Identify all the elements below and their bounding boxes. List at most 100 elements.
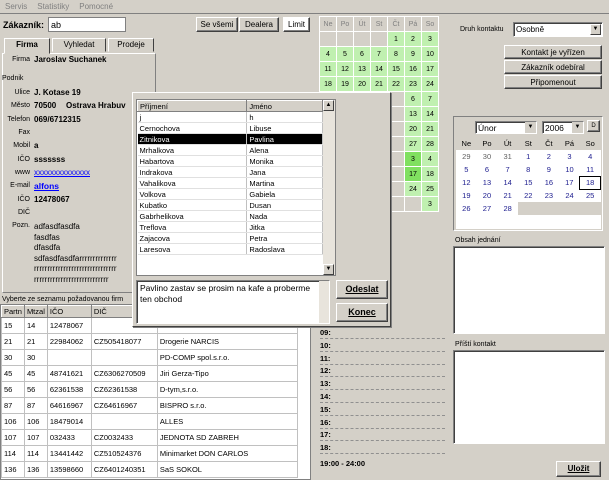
time-slot[interactable]: 17: [320,430,445,442]
day-cell[interactable]: 11 [319,61,337,77]
month-day-cell[interactable] [579,202,601,215]
list-item[interactable]: Volkova Gabiela [137,188,323,200]
list-item[interactable]: Vahalikova Martina [137,177,323,189]
month-calendar[interactable]: Únor ▼ 2006 ▼ D Ne Po Út St Čt Pá So 29 30 31 1 2 3 4… [453,116,603,231]
month-day-cell[interactable]: 8 [518,163,539,176]
table-row[interactable]: 107 107 032433 CZ0032433 JEDNOTA SD ZABREH [1,429,298,446]
month-grid[interactable]: Ne Po Út St Čt Pá So 29 30 31 1 2 3 4 5 6 7 8 9 10 11 12 13 14 1… [456,137,601,229]
day-cell[interactable]: 10 [421,46,439,62]
time-slot[interactable]: 18: [320,443,445,455]
tab-firma[interactable]: Firma [4,38,50,54]
table-row[interactable]: 106 106 18479014 ALLES [1,413,298,430]
www-link[interactable]: xxxxxxxxxxxxxx [34,168,90,177]
day-cell[interactable]: 7 [421,91,439,107]
grid-header[interactable]: Partn [1,305,25,318]
day-cell[interactable]: 14 [370,61,388,77]
month-day-cell[interactable]: 1 [518,150,539,163]
time-slot[interactable]: 14: [320,392,445,403]
month-day-cell[interactable]: 26 [456,202,477,215]
list-item[interactable]: Cernochova Libuse [137,122,323,134]
day-cell[interactable]: 22 [387,76,405,92]
day-cell[interactable]: 16 [404,61,422,77]
day-cell[interactable]: 5 [336,46,354,62]
month-day-cell[interactable]: 31 [497,150,518,163]
tab-vyhledat[interactable]: Vyhledat [52,38,106,52]
email-link[interactable]: alfons [34,181,59,191]
chevron-down-icon[interactable]: ▼ [525,122,536,133]
contact-done-button[interactable]: Kontakt je vyřízen [504,45,602,59]
day-cell[interactable]: 17 [404,166,422,182]
day-cell[interactable]: 21 [370,76,388,92]
month-day-cell[interactable]: 21 [497,189,518,202]
day-cell[interactable] [353,31,371,47]
table-row[interactable]: 114 114 13441442 CZ510524376 Minimarket DON … [1,445,298,462]
company-grid[interactable]: Partn Mtzal IČO DIČ 15 14 12478067 21 21 22984062… [0,304,311,480]
menu-item[interactable]: Pomocné [74,0,118,13]
list-item[interactable]: Kubatko Dusan [137,199,323,211]
year-select[interactable]: 2006 ▼ [542,121,584,134]
month-day-cell[interactable]: 24 [559,189,580,202]
day-cell[interactable]: 27 [404,136,422,152]
list-item[interactable]: Habartova Monika [137,155,323,167]
day-cell[interactable]: 1 [387,31,405,47]
month-day-cell[interactable]: 13 [477,176,498,189]
month-day-cell[interactable]: 17 [559,176,580,189]
time-slot[interactable]: 13: [320,379,445,391]
day-cell[interactable]: 21 [421,121,439,137]
obsah-textarea[interactable] [453,246,605,334]
grid-header[interactable]: IČO [46,305,92,318]
month-day-cell[interactable]: 10 [559,163,580,176]
month-day-cell[interactable]: 30 [477,150,498,163]
month-day-cell[interactable]: 14 [497,176,518,189]
tab-prodeje[interactable]: Prodeje [108,38,154,52]
menu-item[interactable]: Servis [0,0,32,13]
month-day-cell[interactable]: 16 [539,176,560,189]
month-day-cell[interactable]: 11 [580,163,601,176]
contact-type-select[interactable]: Osobně ▼ [513,22,603,37]
dealer-button[interactable]: Dealera [239,17,279,32]
month-day-cell[interactable] [538,202,560,215]
list-item[interactable]: Mrhalkova Alena [137,144,323,156]
month-day-cell[interactable]: 12 [456,176,477,189]
list-item[interactable]: Gabrhelikova Nada [137,210,323,222]
table-row[interactable]: 30 30 PD-COMP spol.s.r.o. [1,349,298,366]
month-day-cell[interactable]: 9 [539,163,560,176]
list-item[interactable]: Zitnikova Pavlina [137,133,323,145]
list-header[interactable]: Příjmení [137,100,248,112]
chevron-down-icon[interactable]: ▼ [590,24,601,35]
all-button[interactable]: Se všemi [196,17,238,32]
day-cell[interactable]: 6 [353,46,371,62]
day-cell[interactable]: 18 [421,166,439,182]
day-cell[interactable]: 24 [404,181,422,197]
close-button[interactable]: Konec [336,303,388,322]
time-slot[interactable]: 12: [320,366,445,378]
day-cell[interactable] [336,31,354,47]
chevron-down-icon[interactable]: ▼ [572,122,583,133]
day-cell[interactable]: 8 [387,46,405,62]
list-item[interactable]: Indrakova Jana [137,166,323,178]
day-cell[interactable]: 15 [387,61,405,77]
month-day-cell[interactable]: 3 [559,150,580,163]
recipient-list[interactable]: Příjmení Jméno j h Cernochova Libuse Zitnikova… [136,99,336,276]
day-cell[interactable]: 9 [404,46,422,62]
customer-refused-button[interactable]: Zákazník odebíral [504,60,602,74]
list-scrollbar[interactable] [323,100,335,275]
day-cell[interactable]: 4 [319,46,337,62]
day-cell[interactable]: 19 [336,76,354,92]
table-row[interactable]: 87 87 64616967 CZ64616967 BISPRO s.r.o. [1,397,298,414]
menu-item[interactable]: Statistiky [32,0,74,13]
day-cell[interactable]: 24 [421,76,439,92]
month-day-cell[interactable]: 27 [477,202,498,215]
month-day-cell[interactable]: 15 [518,176,539,189]
day-cell[interactable]: 28 [421,136,439,152]
month-day-cell[interactable]: 4 [580,150,601,163]
list-item[interactable]: Laresova Radoslava [137,243,323,255]
day-cell[interactable]: 13 [353,61,371,77]
day-cell[interactable] [404,196,422,212]
grid-header[interactable]: Mtzal [23,305,48,318]
day-button[interactable]: D [587,120,600,132]
day-cell[interactable]: 7 [370,46,388,62]
save-button[interactable]: Uložit [556,461,601,477]
day-cell[interactable]: 3 [404,151,422,167]
day-cell[interactable]: 23 [404,76,422,92]
